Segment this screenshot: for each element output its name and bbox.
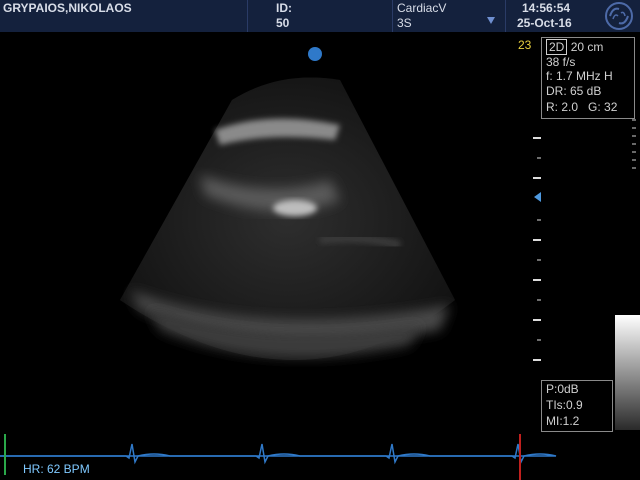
mode-badge[interactable]: 2D bbox=[546, 39, 568, 55]
header-divider bbox=[392, 0, 393, 32]
thermal-index: TIs:0.9 bbox=[546, 398, 583, 412]
header-divider bbox=[247, 0, 248, 32]
acoustic-output-panel: P:0dB TIs:0.9 MI:1.2 bbox=[541, 380, 613, 432]
probe-name[interactable]: 3S bbox=[397, 16, 412, 31]
frame-rate: 38 f/s bbox=[546, 55, 576, 69]
tissue-echo bbox=[273, 200, 317, 216]
triangle-down-icon[interactable] bbox=[486, 15, 496, 25]
id-value: 50 bbox=[276, 16, 290, 30]
heart-rate: HR: 62 BPM bbox=[23, 462, 90, 476]
depth-value: 20 cm bbox=[570, 40, 604, 54]
dynamic-range: DR: 65 dB bbox=[546, 84, 602, 98]
ge-logo-icon bbox=[605, 2, 633, 30]
id-label: ID: bbox=[276, 1, 292, 15]
grayscale-bar bbox=[615, 315, 640, 430]
side-ticks bbox=[632, 119, 636, 169]
clock-date: 25-Oct-16 bbox=[517, 16, 572, 30]
header-bar: GRYPAIOS,NIKOLAOS ID: 50 CardiacV 3S 14:… bbox=[0, 0, 640, 32]
ecg-trace bbox=[0, 443, 557, 465]
parameter-panel: 2D 20 cm 38 f/s f: 1.7 MHz H DR: 65 dB R… bbox=[541, 37, 635, 119]
resolution: R: 2.0 bbox=[546, 100, 579, 114]
depth-scale bbox=[533, 137, 541, 361]
preset-name[interactable]: CardiacV bbox=[397, 1, 446, 16]
frequency: f: 1.7 MHz H bbox=[546, 69, 613, 83]
patient-name: GRYPAIOS,NIKOLAOS bbox=[3, 1, 132, 15]
frame-number: 23 bbox=[518, 38, 532, 52]
focal-zone-arrow-icon[interactable] bbox=[534, 192, 541, 202]
acoustic-power: P:0dB bbox=[546, 382, 579, 396]
clock-time: 14:56:54 bbox=[522, 1, 571, 15]
focus-marker[interactable] bbox=[308, 47, 322, 61]
gain: G: 32 bbox=[588, 100, 618, 114]
header-divider bbox=[505, 0, 506, 32]
mechanical-index: MI:1.2 bbox=[546, 414, 580, 428]
